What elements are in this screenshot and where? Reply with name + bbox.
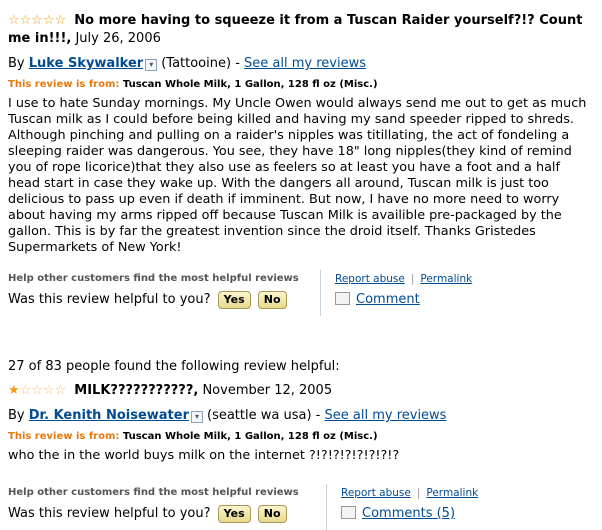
from-label: This review is from:	[8, 79, 120, 90]
review-headline: ★☆☆☆☆ MILK???????????, November 12, 2005	[8, 382, 594, 400]
help-label: Help other customers find the most helpf…	[8, 273, 299, 284]
rating-1-star-icon: ★☆☆☆☆	[8, 383, 67, 398]
by-label: By	[8, 56, 25, 71]
dropdown-arrow-icon[interactable]: ▾	[145, 59, 158, 71]
helpful-count: 27 of 83 people found the following revi…	[8, 359, 340, 374]
helpful-question-text: Was this review helpful to you?	[8, 292, 211, 307]
comment-icon	[335, 292, 350, 305]
author-link[interactable]: Luke Skywalker	[29, 56, 143, 71]
review-title: MILK???????????,	[74, 383, 199, 398]
from-label: This review is from:	[8, 431, 120, 442]
review-1: ☆☆☆☆☆ No more having to squeeze it from a…	[8, 12, 594, 316]
product-name: Tuscan Whole Milk, 1 Gallon, 128 fl oz (…	[122, 431, 378, 442]
review-date: November 12, 2005	[202, 383, 333, 398]
permalink-link[interactable]: Permalink	[426, 487, 478, 499]
review-feedback: Help other customers find the most helpf…	[8, 270, 594, 316]
review-source: This review is from: Tuscan Whole Milk, …	[8, 430, 594, 444]
help-label: Help other customers find the most helpf…	[8, 487, 299, 498]
review-body: who the in the world buys milk on the in…	[8, 448, 400, 463]
yes-button[interactable]: Yes	[217, 505, 251, 523]
helpful-question: Was this review helpful to you? Yes No	[8, 504, 299, 524]
report-abuse-link[interactable]: Report abuse	[335, 273, 405, 285]
helpful-question: Was this review helpful to you? Yes No	[8, 290, 299, 310]
review-feedback: Help other customers find the most helpf…	[8, 484, 594, 530]
rating-5-stars-icon: ☆☆☆☆☆	[8, 13, 67, 28]
dropdown-arrow-icon[interactable]: ▾	[191, 411, 203, 423]
comment-link[interactable]: Comment	[356, 292, 420, 307]
review-2: 27 of 83 people found the following revi…	[8, 358, 594, 530]
comment-icon	[341, 506, 356, 519]
review-date: July 26, 2006	[75, 31, 161, 46]
review-headline: ☆☆☆☆☆ No more having to squeeze it from a…	[8, 12, 594, 48]
review-byline: By Luke Skywalker ▾ (Tattooine) - See all …	[8, 56, 366, 71]
report-abuse-link[interactable]: Report abuse	[341, 487, 411, 499]
author-location: (Tattooine)	[161, 56, 232, 71]
review-byline: By Dr. Kenith Noisewater ▾ (seattle wa usa…	[8, 408, 447, 423]
author-link[interactable]: Dr. Kenith Noisewater	[29, 408, 189, 423]
review-body: I use to hate Sunday mornings. My Uncle …	[8, 96, 587, 255]
product-name: Tuscan Whole Milk, 1 Gallon, 128 fl oz (…	[122, 79, 378, 90]
permalink-link[interactable]: Permalink	[420, 273, 472, 285]
see-all-reviews-link[interactable]: See all my reviews	[244, 56, 366, 71]
no-button[interactable]: No	[257, 505, 287, 523]
no-button[interactable]: No	[257, 291, 287, 309]
see-all-reviews-link[interactable]: See all my reviews	[325, 408, 447, 423]
yes-button[interactable]: Yes	[217, 291, 251, 309]
by-label: By	[8, 408, 25, 423]
author-location: (seattle wa usa)	[207, 408, 312, 423]
review-source: This review is from: Tuscan Whole Milk, …	[8, 78, 594, 92]
